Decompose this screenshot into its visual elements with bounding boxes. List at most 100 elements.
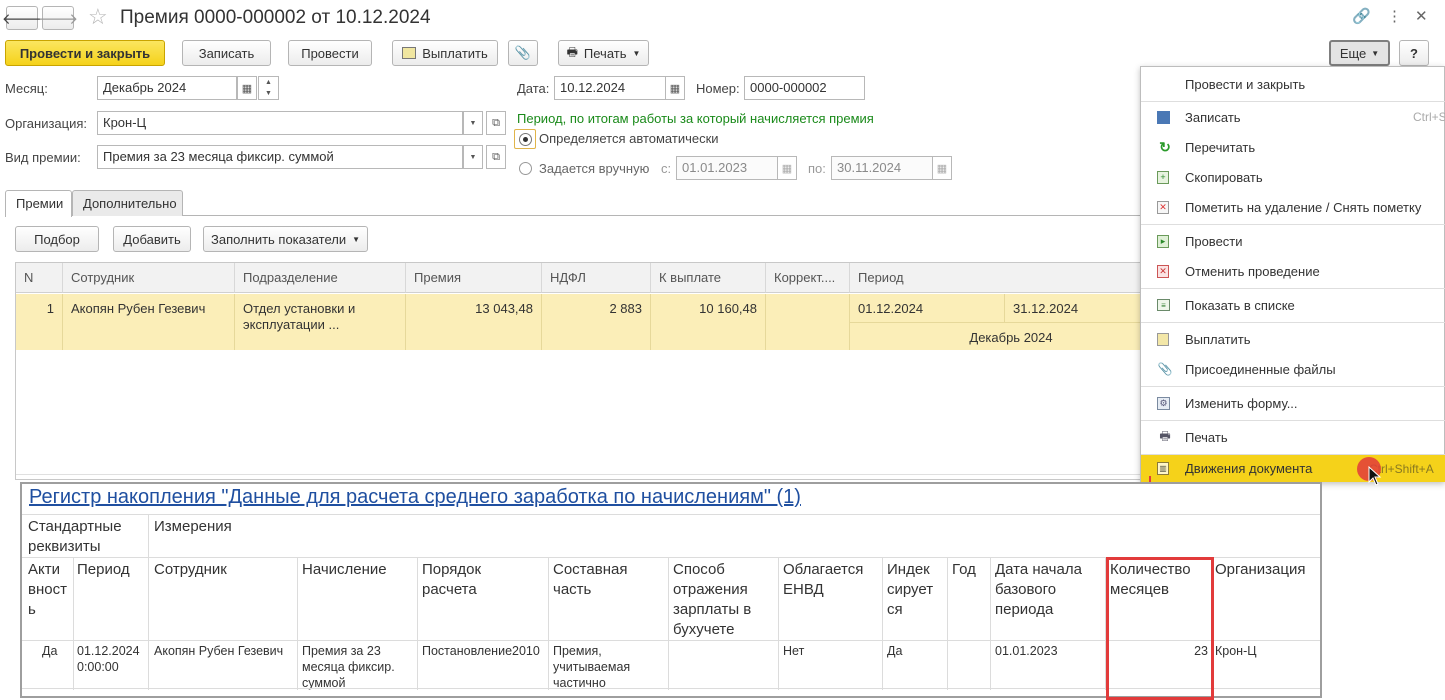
tab-additional[interactable]: Дополнительно (72, 190, 183, 216)
help-button[interactable]: ? (1399, 40, 1429, 66)
cell-organization: Крон-Ц (1215, 644, 1257, 658)
arrow-right-icon: 🡒 (37, 10, 79, 28)
menu-item-label: Присоединенные файлы (1185, 361, 1336, 377)
chevron-down-icon: ▼ (352, 234, 361, 244)
menu-item-unpost[interactable]: ✕ Отменить проведение (1141, 256, 1445, 286)
organization-field[interactable]: Крон-Ц (97, 111, 463, 135)
tab-bonuses[interactable]: Премии (5, 190, 72, 217)
add-button[interactable]: Добавить (113, 226, 191, 252)
calendar-icon[interactable]: ▦ (665, 76, 685, 100)
cell-base-start: 01.01.2023 (995, 644, 1058, 658)
calendar-icon[interactable]: ▦ (237, 76, 257, 100)
pay-button-label: Выплатить (422, 45, 488, 61)
col-envd: Облагается ЕНВД (783, 561, 864, 598)
menu-item-label: Пометить на удаление / Снять пометку (1185, 199, 1422, 215)
radio-checked-icon (519, 133, 532, 146)
pay-icon (402, 47, 417, 59)
pay-button[interactable]: Выплатить (392, 40, 498, 66)
cell-calc-order: Постановление2010 (422, 644, 540, 658)
column-header-bonus[interactable]: Премия (406, 263, 542, 293)
menu-item-print[interactable]: 🖶 Печать (1141, 422, 1445, 452)
to-date-field[interactable]: 30.11.2024 (831, 156, 933, 180)
settings-form-icon: ⚙ (1157, 396, 1170, 410)
date-field[interactable]: 10.12.2024 (554, 76, 666, 100)
cell-employee: Акопян Рубен Гезевич (63, 294, 235, 350)
column-header-employee[interactable]: Сотрудник (63, 263, 235, 293)
cell-employee: Акопян Рубен Гезевич (154, 644, 284, 658)
calendar-icon[interactable]: ▦ (777, 156, 797, 180)
menu-item-show-in-list[interactable]: ≡ Показать в списке (1141, 290, 1445, 320)
more-menu: Провести и закрыть Записать Ctrl+S ↻ Пер… (1140, 66, 1445, 482)
radio-manual[interactable] (519, 162, 532, 175)
movements-icon: ▥ (1157, 462, 1169, 475)
list-icon: ≡ (1157, 299, 1170, 311)
menu-item-mark-delete[interactable]: ✕ Пометить на удаление / Снять пометку (1141, 192, 1445, 222)
printer-icon: 🖶 (566, 44, 578, 59)
department-line-1: Отдел установки и (243, 301, 356, 316)
menu-item-label: Записать (1185, 109, 1241, 125)
column-header-department[interactable]: Подразделение (235, 263, 406, 293)
chevron-down-icon: ▼ (632, 48, 641, 58)
menu-item-pay[interactable]: Выплатить (1141, 324, 1445, 354)
print-button[interactable]: 🖶 Печать ▼ (558, 40, 649, 66)
col-base-start: Дата начала базового периода (995, 561, 1082, 618)
column-header-ndfl[interactable]: НДФЛ (542, 263, 651, 293)
fill-indicators-button[interactable]: Заполнить показатели ▼ (203, 226, 368, 252)
cell-accrual: Премия за 23 месяца фиксир. суммой (302, 644, 395, 690)
menu-item-label: Выплатить (1185, 331, 1251, 347)
open-icon[interactable]: ⧉ (486, 111, 506, 135)
menu-item-attached-files[interactable]: 📎 Присоединенные файлы (1141, 354, 1445, 384)
more-vertical-icon[interactable]: ⋮ (1387, 7, 1402, 25)
post-and-close-button[interactable]: Провести и закрыть (5, 40, 165, 66)
radio-auto[interactable] (514, 129, 536, 149)
close-icon[interactable]: ✕ (1415, 7, 1428, 25)
menu-separator (1141, 420, 1445, 421)
group-dimensions: Измерения (154, 518, 232, 535)
col-indexed: Индек сирует ся (887, 561, 934, 618)
menu-separator (1141, 224, 1445, 225)
open-icon[interactable]: ⧉ (486, 145, 506, 169)
register-title-link[interactable]: Регистр накопления "Данные для расчета с… (29, 486, 801, 509)
menu-item-label: Отменить проведение (1185, 263, 1320, 279)
month-stepper[interactable]: ▲ ▼ (258, 76, 279, 100)
more-button-label: Еще (1339, 45, 1367, 61)
more-button[interactable]: Еще ▼ (1329, 40, 1390, 66)
column-header-n[interactable]: N (16, 263, 63, 293)
menu-item-label: Провести (1185, 233, 1243, 249)
select-button[interactable]: Подбор (15, 226, 99, 252)
month-field[interactable]: Декабрь 2024 (97, 76, 237, 100)
save-button[interactable]: Записать (182, 40, 271, 66)
paperclip-icon: 📎 (514, 45, 532, 60)
menu-item-label: Скопировать (1185, 169, 1263, 185)
column-header-correction[interactable]: Коррект.... (766, 263, 850, 293)
menu-item-reread[interactable]: ↻ Перечитать (1141, 132, 1445, 162)
bonus-type-field[interactable]: Премия за 23 месяца фиксир. суммой (97, 145, 463, 169)
dropdown-icon[interactable]: ▼ (463, 145, 483, 169)
pay-icon (1157, 332, 1169, 346)
menu-item-copy[interactable]: + Скопировать (1141, 162, 1445, 192)
column-header-period[interactable]: Период (850, 263, 1140, 293)
menu-item-shortcut: Ctrl+S (1413, 110, 1445, 124)
link-icon[interactable]: 🔗 (1352, 7, 1371, 25)
radio-auto-label: Определяется автоматически (539, 131, 719, 146)
post-button[interactable]: Провести (288, 40, 372, 66)
favorite-star-icon[interactable]: ☆ (88, 5, 108, 29)
delete-mark-icon: ✕ (1157, 200, 1169, 214)
menu-item-post-close[interactable]: Провести и закрыть (1141, 69, 1445, 99)
menu-item-post[interactable]: ▸ Провести (1141, 226, 1445, 256)
from-date-field[interactable]: 01.01.2023 (676, 156, 778, 180)
column-header-payout[interactable]: К выплате (651, 263, 766, 293)
cell-component: Премия, учитываемая частично (553, 644, 631, 690)
number-field[interactable]: 0000-000002 (744, 76, 865, 100)
month-label: Месяц: (5, 81, 48, 96)
menu-item-save[interactable]: Записать Ctrl+S (1141, 102, 1445, 132)
menu-item-change-form[interactable]: ⚙ Изменить форму... (1141, 388, 1445, 418)
forward-button[interactable]: 🡒 (38, 6, 78, 30)
dropdown-icon[interactable]: ▼ (463, 111, 483, 135)
calendar-icon[interactable]: ▦ (932, 156, 952, 180)
col-organization: Организация (1215, 561, 1306, 578)
menu-item-document-movements[interactable]: ▥ Движения документа Ctrl+Shift+A (1141, 455, 1445, 482)
radio-manual-label: Задается вручную (539, 161, 650, 176)
back-button[interactable]: 🡐 (2, 6, 42, 30)
attach-button[interactable]: 📎 (508, 40, 538, 66)
